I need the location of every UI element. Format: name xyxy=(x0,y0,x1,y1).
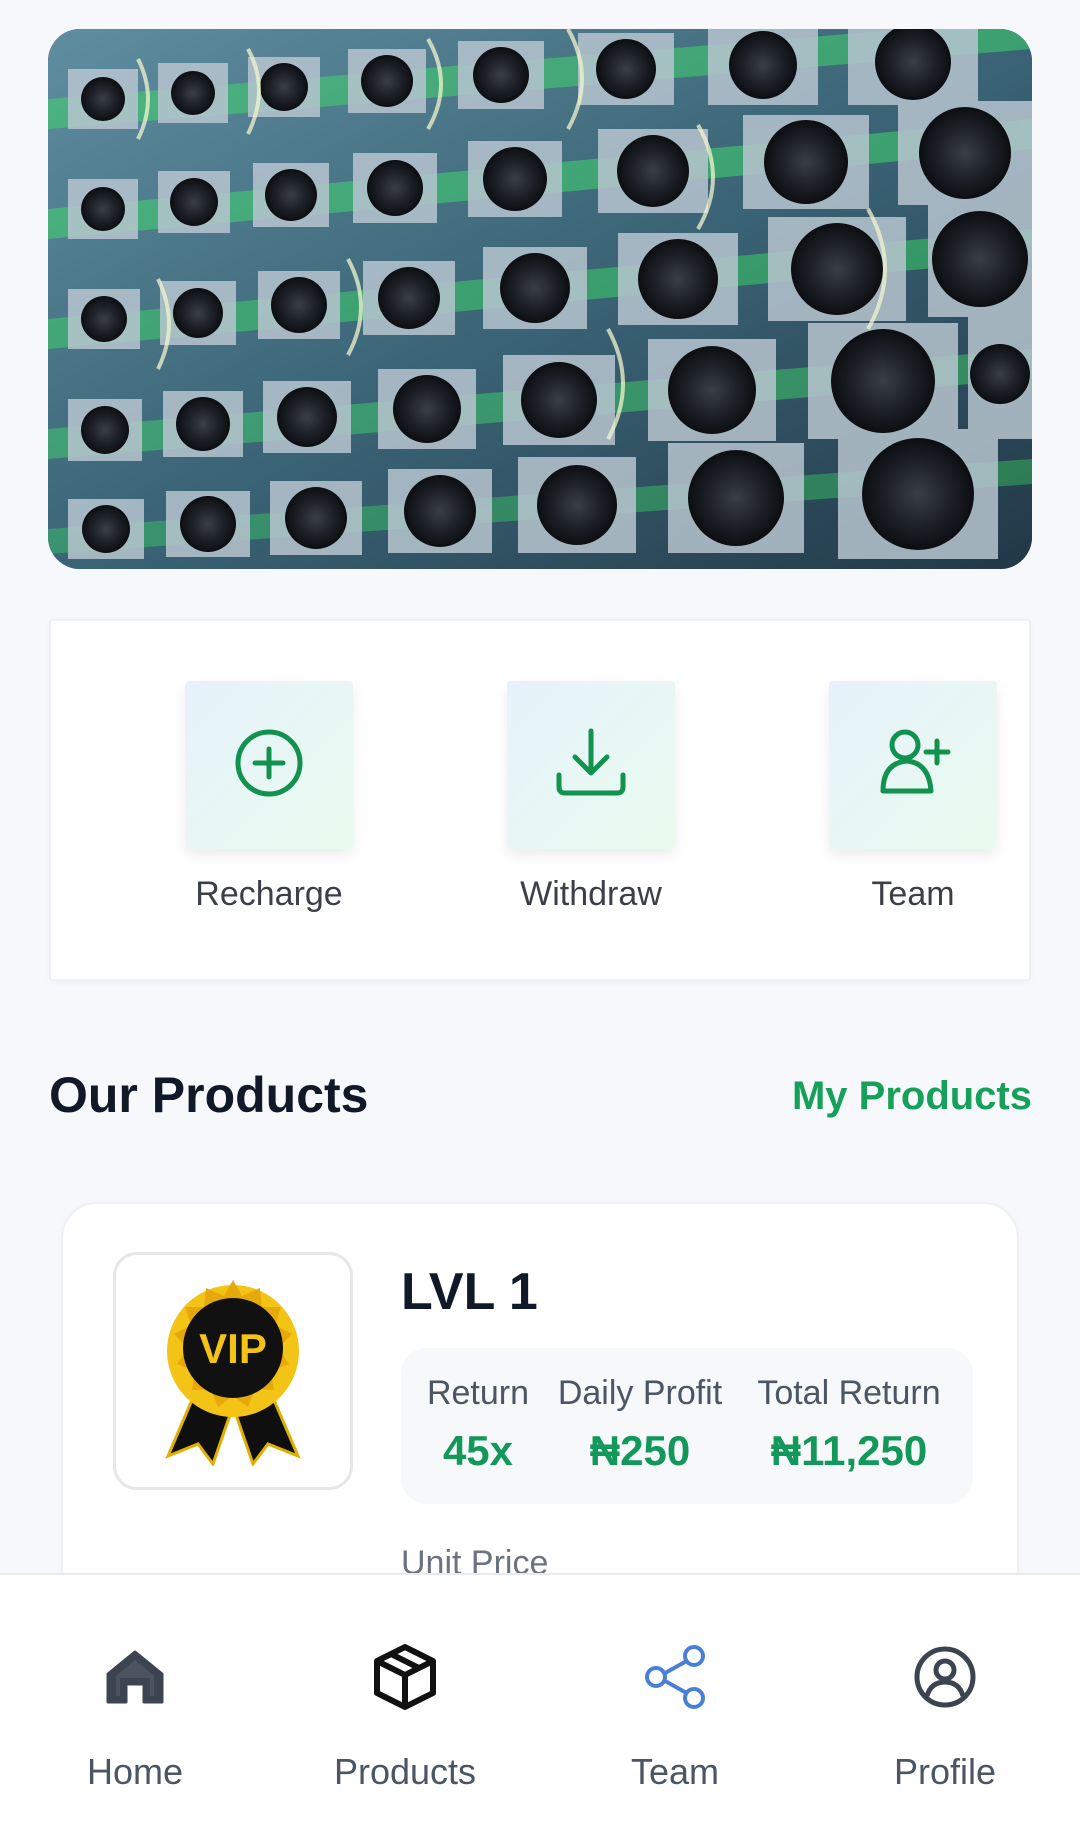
svg-text:VIP: VIP xyxy=(199,1325,267,1372)
nav-item-products[interactable]: Products xyxy=(270,1637,540,1793)
stat-value: ₦11,250 xyxy=(770,1427,928,1474)
nav-item-home[interactable]: Home xyxy=(0,1637,270,1793)
vip-badge-image: VIP xyxy=(113,1252,353,1490)
box-icon xyxy=(270,1637,540,1717)
nav-label: Products xyxy=(333,1751,477,1792)
stat-total-return: Total Return ₦11,250 xyxy=(749,1374,949,1475)
my-products-link[interactable]: My Products xyxy=(792,1074,1032,1119)
stat-value: ₦250 xyxy=(589,1427,691,1474)
user-plus-icon xyxy=(875,725,951,806)
nav-label: Home xyxy=(86,1751,184,1792)
plus-circle-icon xyxy=(233,727,305,804)
product-stats: Return 45x Daily Profit ₦250 Total Retur… xyxy=(401,1348,973,1504)
stat-label: Daily Profit xyxy=(557,1374,723,1412)
user-circle-icon xyxy=(810,1637,1080,1717)
section-title: Our Products xyxy=(49,1067,369,1123)
bottom-nav: Home Products Team Profile xyxy=(0,1573,1080,1826)
stat-daily-profit: Daily Profit ₦250 xyxy=(551,1374,729,1475)
withdraw-tile[interactable] xyxy=(507,681,675,849)
recharge-tile[interactable] xyxy=(185,681,353,849)
team-label: Team xyxy=(871,875,955,913)
stat-label: Total Return xyxy=(757,1374,941,1412)
recharge-label: Recharge xyxy=(195,875,343,913)
product-card[interactable]: VIP LVL 1 Return 45x Daily Profit ₦250 T… xyxy=(61,1202,1019,1632)
stat-value: 45x xyxy=(442,1427,514,1474)
nav-label: Profile xyxy=(893,1751,997,1792)
team-tile[interactable] xyxy=(829,681,997,849)
nav-item-profile[interactable]: Profile xyxy=(810,1637,1080,1793)
quick-actions-card: Recharge Withdraw Team xyxy=(49,619,1031,981)
nav-item-team[interactable]: Team xyxy=(540,1637,810,1793)
app-screen: Recharge Withdraw Team Our Products My P… xyxy=(0,0,1080,1826)
withdraw-label: Withdraw xyxy=(520,875,662,913)
product-name: LVL 1 xyxy=(401,1263,538,1321)
nav-label: Team xyxy=(630,1751,720,1792)
hero-banner-image xyxy=(48,29,1032,569)
withdraw-action[interactable]: Withdraw xyxy=(481,681,701,914)
share-icon xyxy=(540,1637,810,1717)
recharge-action[interactable]: Recharge xyxy=(159,681,379,914)
home-icon xyxy=(0,1637,270,1717)
stat-label: Return xyxy=(426,1374,530,1412)
stat-return: Return 45x xyxy=(423,1374,533,1475)
team-action[interactable]: Team xyxy=(803,681,1023,914)
download-icon xyxy=(553,725,629,806)
